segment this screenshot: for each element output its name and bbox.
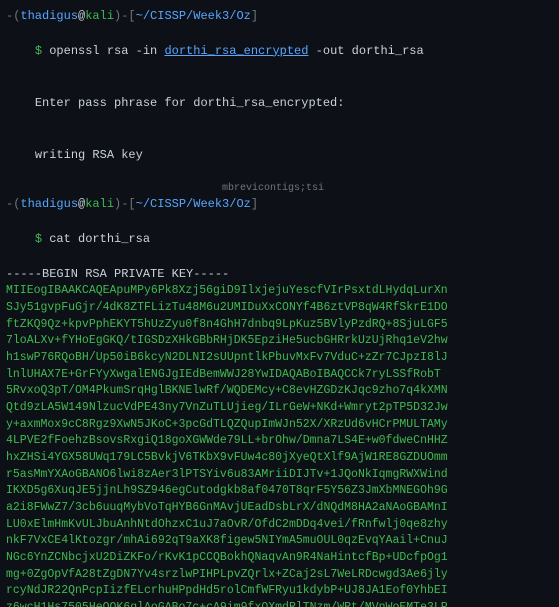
prompt-at-1: @ [78,8,85,25]
key-line-11: r5asMmYXAoGBANO6lwi8zAer3lPTSYiv6u83AMri… [6,467,553,484]
enter-pass-line: Enter pass phrase for dorthi_rsa_encrypt… [6,78,553,130]
key-line-9: 4LPVE2fFoehzBsovsRxgiQ18goXGWWde79LL+brO… [6,433,553,450]
key-line-2: ftZKQ9Qz+kpvPphEKYT5hUzZyu0f8n4GhH7dnbq9… [6,317,553,334]
prompt-dash-1: -( [6,8,20,25]
cmd-highlight-1: dorthi_rsa_encrypted [164,44,308,58]
command-line-1: $ openssl rsa -in dorthi_rsa_encrypted -… [6,25,553,77]
faded-line: mbrevicontigs;tsi [6,182,553,197]
prompt-dash-2: -( [6,196,20,213]
key-line-17: mg+0ZgOpVfA28tZgDN7Yv4srzlwPIHPLpvZQrlx+… [6,567,553,584]
prompt-host-2: kali [85,196,114,213]
command-line-2: $ cat dorthi_rsa [6,214,553,266]
prompt-host-1: kali [85,8,114,25]
prompt-user-2: thadigus [20,196,78,213]
prompt-user-1: thadigus [20,8,78,25]
key-line-13: a2i8FWwZ7/3cb6uuqMybVoTqHYB6GnMAvjUEadDs… [6,500,553,517]
key-line-4: h1swP76RQoBH/Up50iB6kcyN2DLNI2sUUpntlkPb… [6,350,553,367]
key-line-3: 7loALXv+fYHoEgGKQ/tIGSDzXHkGBbRHjDK5Epzi… [6,333,553,350]
key-line-10: hxZHSi4YGX58UWq179LC5BvkjV6TKbX9vFUw4c80… [6,450,553,467]
prompt-close-1: )-[ [114,8,136,25]
prompt-line-1: -(thadigus@kali)-[~/CISSP/Week3/Oz] [6,8,553,25]
key-line-19: z6wcH1Hs7505HeQOK6glAoGABo7c+cA9im9fxOXm… [6,600,553,607]
prompt-at-2: @ [78,196,85,213]
key-line-12: IKXD5g6XuqJE5jjnLh9SZ946egCutodgkb8af047… [6,483,553,500]
key-line-18: rcyNdJR22QnPcpIizfELcrhuHPpdHd5rolCmfWFR… [6,583,553,600]
prompt-path-2: ~/CISSP/Week3/Oz [136,196,251,213]
key-content-block: MIIEogIBAAKCAQEApuMPy6Pk8Xzj56giD9Ilxjej… [6,283,553,607]
prompt-close-2: )-[ [114,196,136,213]
terminal-window: -(thadigus@kali)-[~/CISSP/Week3/Oz] $ op… [0,0,559,607]
key-line-0: MIIEogIBAAKCAQEApuMPy6Pk8Xzj56giD9Ilxjej… [6,283,553,300]
prompt-line-2: -(thadigus@kali)-[~/CISSP/Week3/Oz] [6,196,553,213]
prompt-bracket-close-2: ] [251,196,258,213]
key-line-16: NGc6YnZCNbcjxU2DiZKFo/rKvK1pCCQBokhQNaqv… [6,550,553,567]
prompt-bracket-close-1: ] [251,8,258,25]
key-line-15: nkF7VxCE4lKtozgr/mhAi692qT9aXK8figew5NIY… [6,533,553,550]
writing-rsa-line: writing RSA key [6,130,553,182]
begin-key-line: -----BEGIN RSA PRIVATE KEY----- [6,266,553,283]
key-line-1: SJy51gvpFuGjr/4dK8ZTFLizTu48M6u2UMIDuXxC… [6,300,553,317]
key-line-8: y+axmMox9cC8Rgz9XwN5JKoC+3pcGdTLQZQupImW… [6,417,553,434]
key-line-14: LU0xElmHmKvULJbuAnhNtdOhzxC1uJ7aOvR/OfdC… [6,517,553,534]
key-line-6: 5RvxoQ3pT/OM4PkumSrqHglBKNElwRf/WQDEMcy+… [6,383,553,400]
prompt-path-1: ~/CISSP/Week3/Oz [136,8,251,25]
key-line-5: lnlUHAX7E+GrFYyXwgalENGJgIEdBemWWJ28YwID… [6,367,553,384]
key-line-7: Qtd9zLA5W149NlzucVdPE43ny7VnZuTLUjieg/IL… [6,400,553,417]
